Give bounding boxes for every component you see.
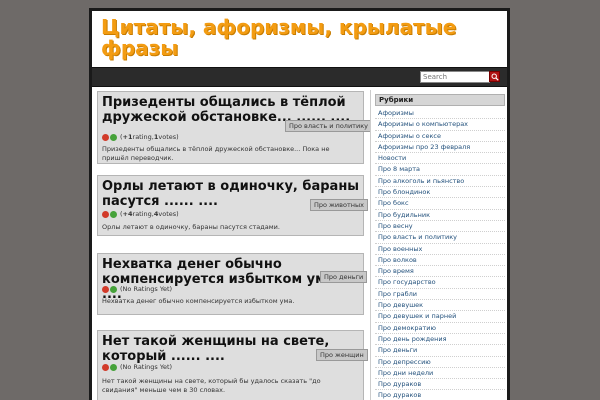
sidebar-item[interactable]: Про государство [375, 277, 505, 289]
sidebar-item[interactable]: Про деньги [375, 345, 505, 357]
sidebar-item[interactable]: Про депрессию [375, 357, 505, 368]
thumb-down-icon[interactable] [102, 364, 109, 371]
site-title[interactable]: Цитаты, афоризмы, крылатые фразы [101, 17, 501, 59]
thumb-up-icon[interactable] [110, 134, 117, 141]
post-rating: (+4 rating, 4 votes) [102, 210, 179, 219]
post-card: Орлы летают в одиночку, бараны пасутся .… [97, 175, 368, 236]
sidebar-item[interactable]: Про время [375, 266, 505, 278]
posts-column: Призеденты общались в тёплой дружеской о… [97, 91, 372, 400]
thumb-up-icon[interactable] [110, 364, 117, 371]
sidebar-item[interactable]: Про блондинок [375, 187, 505, 199]
thumb-up-icon[interactable] [110, 211, 117, 218]
thumb-up-icon[interactable] [110, 286, 117, 293]
post-rating: (No Ratings Yet) [102, 363, 172, 372]
post-rating: (+1 rating, 1 votes) [102, 133, 179, 142]
post-excerpt: Нет такой женщины на свете, который бы у… [102, 377, 321, 394]
post-excerpt: Орлы летают в одиночку, бараны пасутся с… [102, 223, 280, 231]
post-category-tag[interactable]: Про животных [310, 199, 368, 211]
top-navigation-bar [92, 67, 507, 87]
sidebar-item[interactable]: Про дни недели [375, 368, 505, 380]
post-category-tag[interactable]: Про деньги [320, 271, 368, 283]
sidebar-item[interactable]: Про дураков [375, 379, 505, 391]
thumb-down-icon[interactable] [102, 134, 109, 141]
sidebar-item[interactable]: Про 8 марта [375, 164, 505, 176]
sidebar-item[interactable]: Про бокс [375, 198, 505, 210]
post-card: Нет такой женщины на свете, который ....… [97, 330, 368, 400]
category-list: Афоризмы Афоризмы о компьютерах Афоризмы… [375, 108, 505, 400]
thumb-down-icon[interactable] [102, 211, 109, 218]
sidebar-item[interactable]: Про будильник [375, 210, 505, 221]
page-frame: Цитаты, афоризмы, крылатые фразы Призеде… [89, 8, 510, 400]
sidebar-item[interactable]: Про демократию [375, 323, 505, 334]
sidebar-item[interactable]: Про весну [375, 221, 505, 233]
sidebar-item[interactable]: Афоризмы [375, 108, 505, 120]
post-category-tag[interactable]: Про женщин [316, 349, 368, 361]
thumb-down-icon[interactable] [102, 286, 109, 293]
site-header: Цитаты, афоризмы, крылатые фразы [92, 11, 507, 65]
search-button[interactable] [489, 71, 500, 82]
post-category-tag[interactable]: Про власть и политику [285, 120, 372, 132]
post-card: Нехватка денег обычно компенсируется изб… [97, 253, 368, 315]
page-container: Цитаты, афоризмы, крылатые фразы Призеде… [92, 11, 507, 400]
sidebar-item[interactable]: Афоризмы о компьютерах [375, 119, 505, 131]
sidebar-item[interactable]: Про день рождения [375, 334, 505, 346]
post-excerpt: Призеденты общались в тёплой дружеской о… [102, 145, 330, 162]
sidebar-item[interactable]: Про девушек и парней [375, 311, 505, 323]
rating-score: +4 [122, 210, 133, 218]
rating-score: +1 [122, 133, 133, 141]
post-rating: (No Ratings Yet) [102, 285, 172, 294]
post-excerpt: Нехватка денег обычно компенсируется изб… [102, 297, 295, 305]
sidebar-item[interactable]: Про алкоголь и пьянство [375, 176, 505, 188]
sidebar-item[interactable]: Афоризмы про 23 февраля [375, 142, 505, 154]
sidebar: Рубрики Афоризмы Афоризмы о компьютерах … [370, 90, 507, 400]
post-card: Призеденты общались в тёплой дружеской о… [97, 91, 372, 164]
sidebar-item[interactable]: Про военных [375, 244, 505, 255]
sidebar-item[interactable]: Про дураков [375, 390, 505, 400]
sidebar-item[interactable]: Про власть и политику [375, 232, 505, 244]
sidebar-item[interactable]: Афоризмы о сексе [375, 131, 505, 142]
sidebar-heading: Рубрики [375, 94, 505, 106]
search-icon [491, 73, 499, 81]
sidebar-item[interactable]: Новости [375, 153, 505, 165]
sidebar-item[interactable]: Про волков [375, 255, 505, 267]
sidebar-item[interactable]: Про грабли [375, 289, 505, 301]
sidebar-item[interactable]: Про девушек [375, 300, 505, 312]
search-input[interactable] [420, 71, 490, 83]
